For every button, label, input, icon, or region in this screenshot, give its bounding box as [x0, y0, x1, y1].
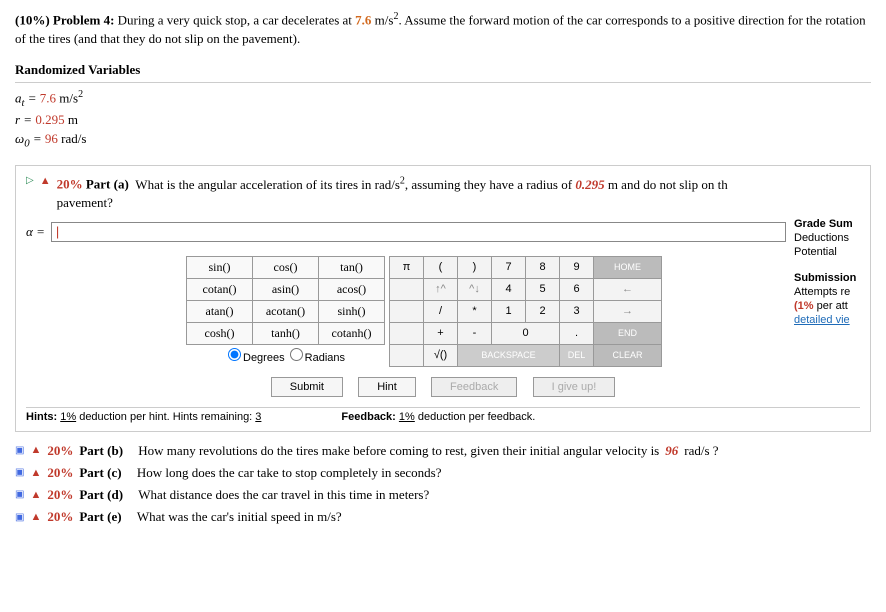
fn-sinh[interactable]: sinh()	[319, 300, 385, 322]
fn-cotan[interactable]: cotan()	[187, 278, 253, 300]
answer-input[interactable]	[51, 222, 786, 242]
key-sqrt[interactable]: √()	[424, 344, 458, 366]
part-a-question: What is the angular acceleration of its …	[57, 177, 728, 210]
key-end[interactable]: END	[594, 322, 662, 344]
fn-tanh[interactable]: tanh()	[253, 322, 319, 344]
key-up[interactable]: ↑^	[424, 278, 458, 300]
key-backspace[interactable]: BACKSPACE	[458, 344, 560, 366]
feedback-button[interactable]: Feedback	[431, 377, 517, 397]
key-4[interactable]: 4	[492, 278, 526, 300]
fn-asin[interactable]: asin()	[253, 278, 319, 300]
problem-header: (10%) Problem 4: During a very quick sto…	[15, 10, 871, 48]
radians-radio[interactable]	[290, 348, 303, 361]
fn-acotan[interactable]: acotan()	[253, 300, 319, 322]
key-6[interactable]: 6	[560, 278, 594, 300]
randomized-vars: at = 7.6 m/s2 r = 0.295 m ω0 = 96 rad/s	[15, 89, 871, 150]
box-icon: ▣	[15, 466, 24, 480]
fn-acos[interactable]: acos()	[319, 278, 385, 300]
submit-button[interactable]: Submit	[271, 377, 343, 397]
footer-info: Hints: 1% deduction per hint. Hints rema…	[26, 407, 860, 423]
answer-row: α =	[26, 222, 786, 242]
grade-summary: Grade Sum Deductions Potential Submissio…	[794, 218, 860, 328]
key-3[interactable]: 3	[560, 300, 594, 322]
fn-cos[interactable]: cos()	[253, 256, 319, 278]
fn-cotanh[interactable]: cotanh()	[319, 322, 385, 344]
warning-icon: ▲	[30, 466, 41, 481]
fn-sin[interactable]: sin()	[187, 256, 253, 278]
action-buttons: Submit Hint Feedback I give up!	[26, 377, 860, 397]
warning-icon: ▲	[40, 174, 51, 189]
function-keypad: sin()cos()tan() cotan()asin()acos() atan…	[186, 256, 385, 367]
fn-atan[interactable]: atan()	[187, 300, 253, 322]
problem-pct: (10%) Problem 4:	[15, 12, 114, 27]
fn-tan[interactable]: tan()	[319, 256, 385, 278]
randomized-vars-title: Randomized Variables	[15, 62, 871, 83]
key-lparen[interactable]: (	[424, 256, 458, 278]
key-minus[interactable]: -	[458, 322, 492, 344]
fn-cosh[interactable]: cosh()	[187, 322, 253, 344]
box-icon: ▣	[15, 511, 24, 525]
key-right[interactable]: →	[594, 300, 662, 322]
key-pi[interactable]: π	[390, 256, 424, 278]
numeric-keypad: π ( ) 7 8 9 HOME ↑^ ^↓ 4 5 6	[389, 256, 662, 367]
box-icon: ▣	[15, 444, 24, 458]
key-dot[interactable]: .	[560, 322, 594, 344]
key-9[interactable]: 9	[560, 256, 594, 278]
key-clear[interactable]: CLEAR	[594, 344, 662, 366]
key-7[interactable]: 7	[492, 256, 526, 278]
other-parts: ▣▲20% Part (b) How many revolutions do t…	[15, 440, 871, 529]
part-a-label: Part (a)	[86, 177, 129, 192]
problem-decel-unit: m/s	[371, 12, 393, 27]
detailed-view-link[interactable]: detailed vie	[794, 314, 850, 326]
key-2[interactable]: 2	[526, 300, 560, 322]
angle-mode: Degrees Radians	[186, 345, 385, 367]
key-plus[interactable]: +	[424, 322, 458, 344]
triangle-play-icon: ▷	[26, 174, 34, 188]
box-icon: ▣	[15, 488, 24, 502]
key-star[interactable]: *	[458, 300, 492, 322]
key-home[interactable]: HOME	[594, 256, 662, 278]
problem-decel: 7.6	[355, 12, 371, 27]
key-1[interactable]: 1	[492, 300, 526, 322]
warning-icon: ▲	[30, 510, 41, 525]
hint-button[interactable]: Hint	[358, 377, 416, 397]
key-down[interactable]: ^↓	[458, 278, 492, 300]
part-a-pct: 20%	[57, 177, 83, 192]
alpha-label: α =	[26, 224, 45, 240]
key-blank2	[390, 300, 424, 322]
warning-icon: ▲	[30, 443, 41, 458]
key-0[interactable]: 0	[492, 322, 560, 344]
key-rparen[interactable]: )	[458, 256, 492, 278]
key-del[interactable]: DEL	[560, 344, 594, 366]
giveup-button[interactable]: I give up!	[533, 377, 616, 397]
key-blank	[390, 278, 424, 300]
key-blank3	[390, 322, 424, 344]
key-5[interactable]: 5	[526, 278, 560, 300]
key-left[interactable]: ←	[594, 278, 662, 300]
key-blank4	[390, 344, 424, 366]
key-8[interactable]: 8	[526, 256, 560, 278]
key-slash[interactable]: /	[424, 300, 458, 322]
part-a-box: ▷ ▲ 20% Part (a) What is the angular acc…	[15, 165, 871, 432]
problem-text-1: During a very quick stop, a car decelera…	[118, 12, 356, 27]
degrees-radio[interactable]	[228, 348, 241, 361]
warning-icon: ▲	[30, 488, 41, 503]
